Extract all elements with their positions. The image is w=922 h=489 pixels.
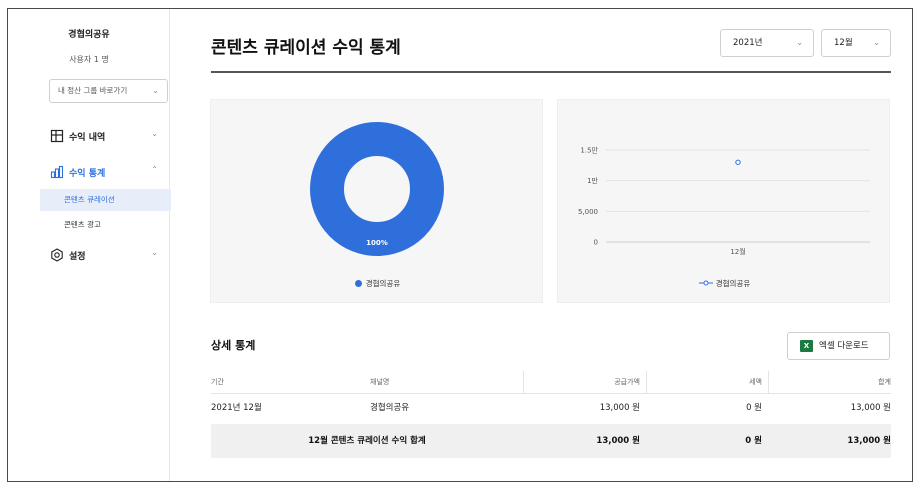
app-frame: 경협의공유 사용자 1 명 내 정산 그룹 바로가기 ⌄ 수익 내역 ⌄ 수익 … [7, 8, 913, 482]
chevron-down-icon: ⌄ [152, 86, 159, 95]
bar-chart-icon [50, 165, 64, 179]
chevron-down-icon: ⌄ [151, 129, 158, 138]
gear-icon [51, 248, 63, 262]
year-select-value: 2021년 [733, 38, 763, 48]
line-legend: 경협의공유 [558, 278, 891, 289]
total-row-label: 12월 콘텐츠 큐레이션 수익 합계 [308, 436, 426, 446]
table-total-row: 12월 콘텐츠 큐레이션 수익 합계 13,000 원 0 원 13,000 원 [211, 424, 891, 458]
column-header-supply: 공급가액 [614, 378, 640, 386]
org-name: 경협의공유 [68, 30, 110, 40]
total-tax: 0 원 [745, 436, 762, 446]
data-point[interactable] [735, 159, 741, 165]
user-count: 사용자 1 명 [69, 55, 109, 64]
excel-icon: X [800, 340, 813, 352]
donut-data-label: 100% [366, 239, 388, 247]
donut-slice[interactable] [310, 122, 444, 256]
table-header-row: 기간 채널명 공급가액 세액 합계 [211, 371, 891, 393]
legend-label: 경협의공유 [715, 279, 751, 288]
sidebar-item-settings[interactable]: 설정 ⌄ [8, 246, 170, 266]
y-tick-label: 1.5만 [580, 146, 598, 155]
cell-channel: 경협의공유 [370, 403, 410, 413]
submenu-item-content-curation[interactable]: 콘텐츠 큐레이션 [40, 189, 171, 211]
cell-period: 2021년 12월 [211, 403, 262, 413]
chevron-down-icon: ⌄ [151, 248, 158, 257]
column-divider [523, 371, 524, 393]
excel-download-button[interactable]: X 엑셀 다운로드 [787, 332, 890, 360]
title-divider [211, 71, 891, 73]
table-icon [50, 129, 64, 143]
column-header-tax: 세액 [749, 378, 762, 386]
column-divider [646, 371, 647, 393]
sidebar: 경협의공유 사용자 1 명 내 정산 그룹 바로가기 ⌄ 수익 내역 ⌄ 수익 … [8, 9, 171, 481]
cell-total: 13,000 원 [850, 403, 891, 413]
group-select-label: 내 정산 그룹 바로가기 [58, 86, 128, 95]
sidebar-item-label: 수익 통계 [69, 169, 106, 179]
detail-stats-title: 상세 통계 [211, 339, 256, 352]
total-sum: 13,000 원 [847, 436, 891, 446]
chevron-down-icon: ⌄ [796, 38, 803, 47]
sidebar-item-label: 수익 내역 [69, 133, 106, 143]
line-chart: 0 5,000 1만 1.5만 12월 [578, 146, 870, 256]
chevron-up-icon: ⌃ [151, 165, 158, 174]
column-header-channel: 채널명 [370, 378, 390, 386]
y-tick-label: 1만 [587, 176, 598, 185]
column-header-period: 기간 [211, 378, 224, 386]
y-tick-label: 5,000 [578, 208, 598, 216]
table-row: 2021년 12월 경협의공유 13,000 원 0 원 13,000 원 [211, 393, 891, 423]
legend-dot-icon [354, 280, 362, 287]
chevron-down-icon: ⌄ [873, 38, 880, 47]
donut-chart-card: 100% 경협의공유 [210, 99, 543, 303]
y-tick-label: 0 [594, 239, 598, 247]
cell-supply: 13,000 원 [599, 403, 640, 413]
submenu-item-content-ads[interactable]: 콘텐츠 광고 [40, 214, 171, 236]
total-supply: 13,000 원 [596, 436, 640, 446]
page-title: 콘텐츠 큐레이션 수익 통계 [211, 38, 401, 58]
donut-legend: 경협의공유 [211, 278, 544, 289]
column-header-total: 합계 [878, 378, 891, 386]
group-select-dropdown[interactable]: 내 정산 그룹 바로가기 ⌄ [49, 79, 168, 103]
legend-line-marker-icon [698, 280, 713, 286]
excel-download-label: 엑셀 다운로드 [819, 341, 869, 351]
year-select[interactable]: 2021년 ⌄ [720, 29, 814, 57]
month-select[interactable]: 12월 ⌄ [821, 29, 891, 57]
cell-tax: 0 원 [746, 403, 762, 413]
sidebar-item-label: 설정 [69, 252, 86, 262]
donut-chart: 100% [310, 122, 444, 256]
line-chart-card: 0 5,000 1만 1.5만 12월 경협의공유 [557, 99, 890, 303]
legend-label: 경협의공유 [365, 279, 401, 288]
x-tick-label: 12월 [730, 247, 745, 256]
sidebar-item-revenue-stats[interactable]: 수익 통계 ⌃ [8, 163, 170, 183]
month-select-value: 12월 [834, 38, 853, 48]
sidebar-item-revenue-history[interactable]: 수익 내역 ⌄ [8, 127, 170, 147]
column-divider [768, 371, 769, 393]
